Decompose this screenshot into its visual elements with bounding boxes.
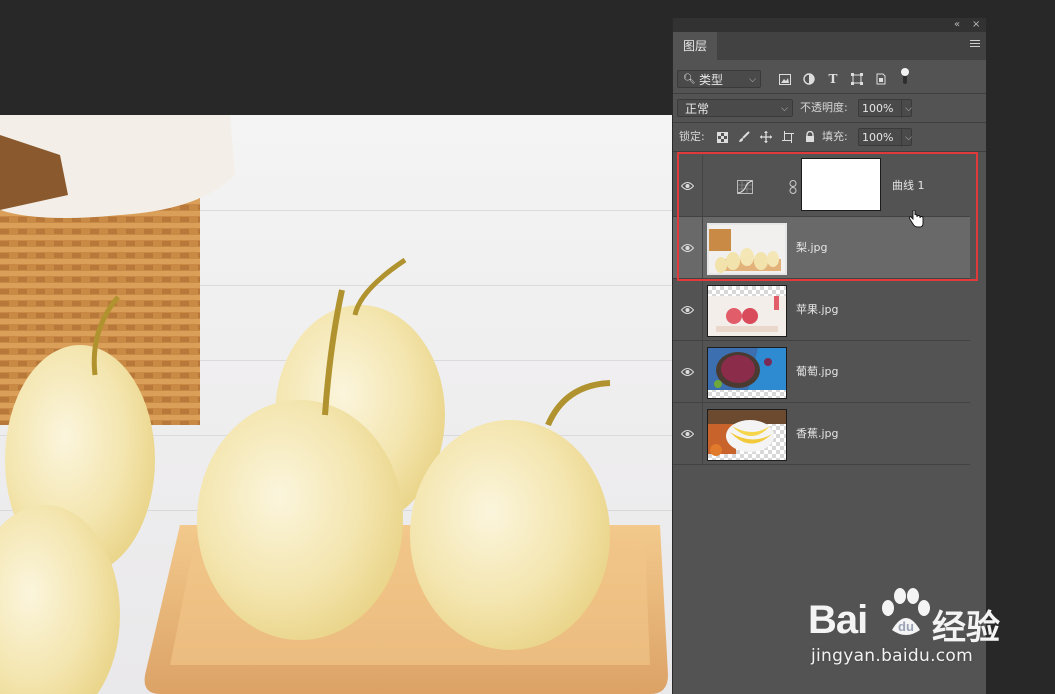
eye-icon: [681, 305, 694, 314]
panel-title-bar: « ×: [673, 18, 986, 32]
search-icon: 🔍︎: [683, 74, 696, 85]
chevron-down-icon[interactable]: ⌵: [901, 100, 912, 118]
type-filter-icon[interactable]: T: [825, 71, 841, 87]
hand-cursor-icon: [908, 209, 924, 232]
row-divider: [673, 151, 986, 152]
layer-thumbnail: [707, 223, 787, 275]
opacity-label: 不透明度:: [800, 101, 848, 114]
chevron-down-icon: ⌵: [749, 75, 756, 85]
lock-all-icon[interactable]: [802, 129, 818, 145]
opacity-field[interactable]: 100% ⌵: [858, 99, 912, 118]
lock-label: 锁定:: [679, 130, 705, 143]
lock-transparent-icon[interactable]: [714, 129, 730, 145]
chevron-down-icon[interactable]: ⌵: [901, 129, 912, 147]
layer-name[interactable]: 梨.jpg: [796, 217, 828, 279]
layer-thumbnail: [707, 285, 787, 337]
blend-mode-dropdown[interactable]: 正常 ⌵: [677, 99, 793, 117]
visibility-toggle[interactable]: [673, 155, 703, 216]
document-canvas[interactable]: [0, 115, 672, 694]
layer-name[interactable]: 香蕉.jpg: [796, 403, 839, 465]
smart-object-filter-icon[interactable]: [873, 71, 889, 87]
watermark-brand-left: Bai: [808, 598, 868, 642]
layer-row-grape[interactable]: 葡萄.jpg: [673, 341, 970, 403]
visibility-toggle[interactable]: [673, 341, 703, 402]
curves-adjustment-icon: [737, 179, 753, 198]
layer-thumbnail: [707, 409, 787, 461]
layer-row-apple[interactable]: 苹果.jpg: [673, 279, 970, 341]
layer-mask-thumbnail[interactable]: [801, 158, 881, 211]
fill-value: 100%: [862, 131, 894, 144]
chevron-down-icon: ⌵: [781, 104, 788, 114]
layer-row-curves[interactable]: 曲线 1: [673, 155, 970, 217]
layer-row-pear[interactable]: 梨.jpg: [673, 217, 970, 279]
layer-thumbnail: [707, 347, 787, 399]
visibility-toggle[interactable]: [673, 403, 703, 464]
filter-toggle-icon[interactable]: [897, 68, 913, 84]
layer-name[interactable]: 苹果.jpg: [796, 279, 839, 341]
paw-icon: du: [878, 586, 932, 642]
lock-position-icon[interactable]: [758, 129, 774, 145]
visibility-toggle[interactable]: [673, 279, 703, 340]
layer-filter-dropdown[interactable]: 🔍︎ 类型 ⌵: [677, 70, 761, 88]
adjustment-filter-icon[interactable]: [801, 71, 817, 87]
blend-mode-value: 正常: [685, 102, 710, 116]
eye-icon: [681, 243, 694, 252]
svg-text:du: du: [898, 619, 914, 634]
lock-artboard-icon[interactable]: [780, 129, 796, 145]
collapse-panel-button[interactable]: «: [954, 18, 960, 32]
layer-name[interactable]: 曲线 1: [892, 155, 925, 217]
tab-layers[interactable]: 图层: [673, 32, 718, 60]
filter-type-value: 类型: [699, 73, 724, 87]
hamburger-menu-icon[interactable]: [970, 40, 980, 50]
fill-field[interactable]: 100% ⌵: [858, 128, 912, 147]
shape-filter-icon[interactable]: [849, 71, 865, 87]
opacity-value: 100%: [862, 102, 894, 115]
panel-tab-strip: 图层: [673, 32, 986, 60]
layer-row-banana[interactable]: 香蕉.jpg: [673, 403, 970, 465]
fill-label: 填充:: [822, 130, 848, 143]
eye-icon: [681, 429, 694, 438]
layer-name[interactable]: 葡萄.jpg: [796, 341, 839, 403]
pear-photo: [0, 115, 669, 694]
lock-image-icon[interactable]: [736, 129, 752, 145]
eye-icon: [681, 367, 694, 376]
visibility-toggle[interactable]: [673, 217, 703, 278]
row-divider: [673, 93, 986, 94]
close-panel-button[interactable]: ×: [972, 18, 980, 32]
watermark-url: jingyan.baidu.com: [811, 646, 973, 666]
chain-link-icon[interactable]: [789, 179, 797, 198]
eye-icon: [681, 181, 694, 190]
watermark-brand-right: 经验: [932, 608, 1000, 648]
image-filter-icon[interactable]: [777, 71, 793, 87]
row-divider: [673, 122, 986, 123]
